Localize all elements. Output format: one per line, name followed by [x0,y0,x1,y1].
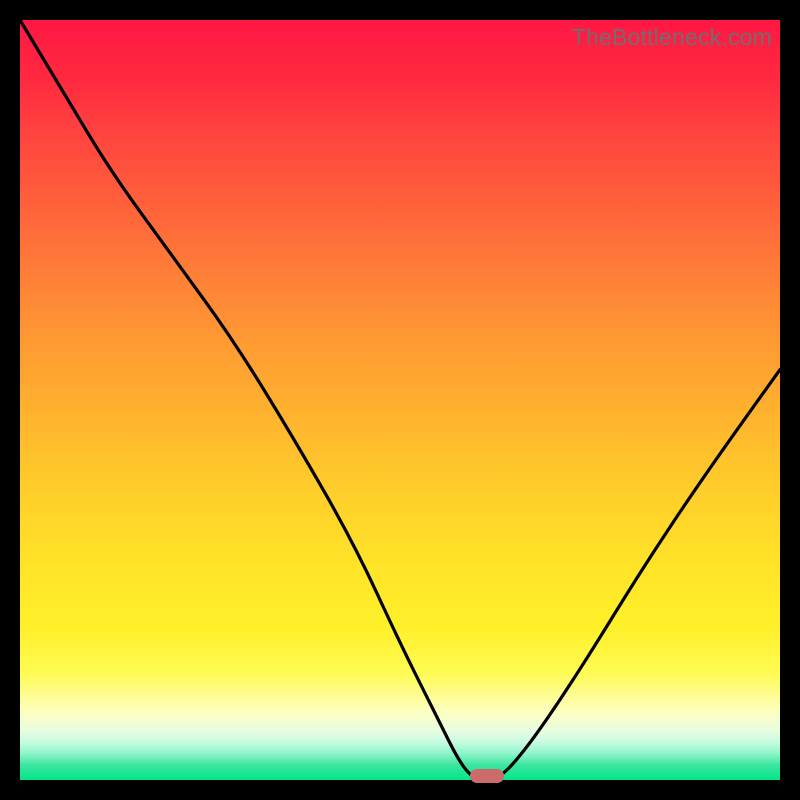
optimal-marker [470,769,504,783]
plot-area: TheBottleneck.com [20,20,780,780]
bottleneck-curve [20,20,780,780]
chart-frame: TheBottleneck.com [0,0,800,800]
